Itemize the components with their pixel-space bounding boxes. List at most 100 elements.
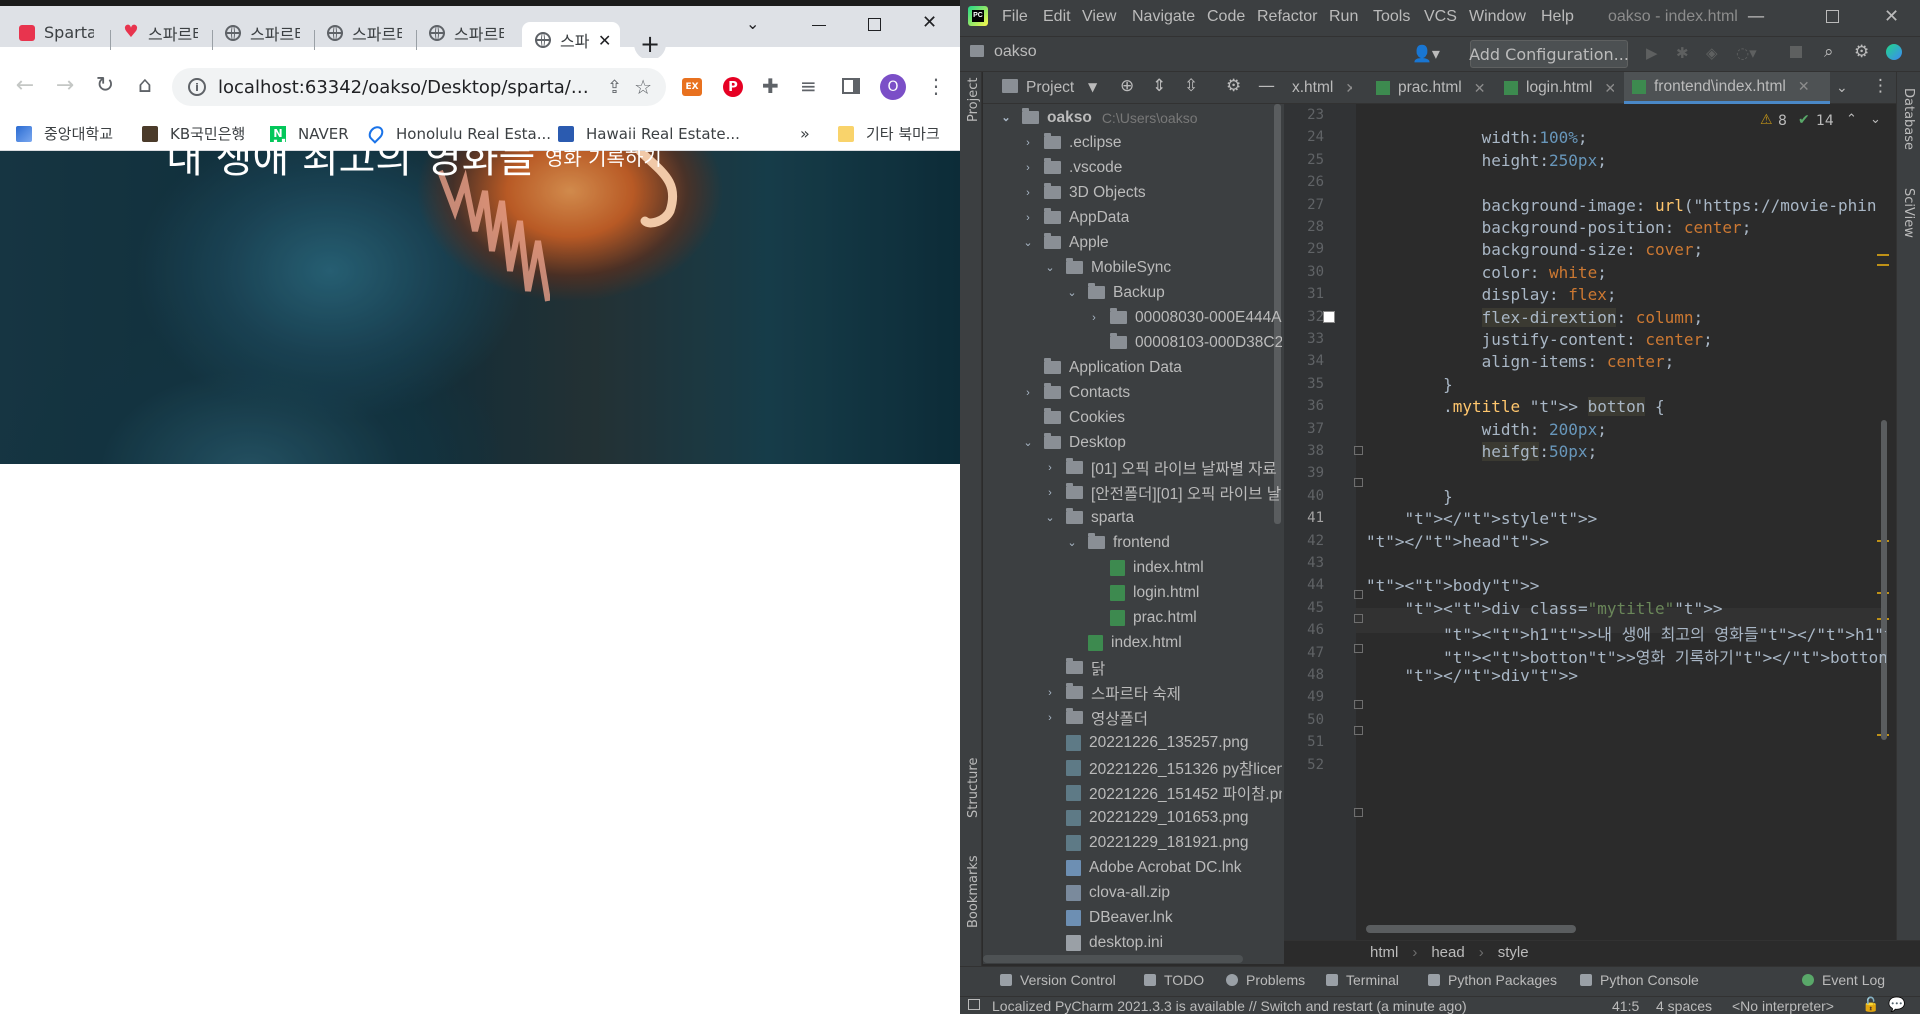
extensions-puzzle-icon[interactable]: ✚ — [762, 74, 779, 98]
close-icon[interactable]: ✕ — [598, 31, 611, 50]
chevron-right-icon[interactable]: › — [1044, 462, 1056, 474]
reload-icon[interactable]: ↻ — [90, 70, 120, 100]
collapse-all-icon[interactable]: ⇳ — [1184, 76, 1198, 96]
python-packages-button[interactable]: Python Packages — [1428, 972, 1557, 988]
chevron-down-icon[interactable]: ⌄ — [1000, 112, 1012, 124]
profile-icon[interactable]: ◌▾ — [1736, 44, 1757, 62]
indent-setting[interactable]: 4 spaces — [1656, 998, 1712, 1014]
code-line[interactable]: background-size: cover; — [1366, 240, 1704, 259]
tree-item[interactable]: 20221229_181921.png — [1044, 830, 1248, 855]
address-bar[interactable]: i localhost:63342/oakso/Desktop/sparta/f… — [172, 68, 666, 106]
tree-item[interactable]: › 스파르타 숙제 — [1044, 680, 1181, 705]
tree-item[interactable]: DBeaver.lnk — [1044, 905, 1173, 930]
code-line[interactable]: color: white; — [1366, 263, 1607, 282]
tree-item[interactable]: ⌄ Apple — [1022, 230, 1109, 255]
tree-item[interactable]: › 영상폴더 — [1044, 705, 1148, 730]
chevron-right-icon[interactable]: › — [1088, 312, 1100, 324]
info-icon[interactable]: i — [188, 78, 206, 96]
code-line[interactable]: background-image: url("https://movie-phi… — [1366, 196, 1877, 215]
tree-item[interactable]: ⌄ sparta — [1044, 505, 1134, 530]
editor-scrollbar[interactable] — [1881, 420, 1887, 740]
code-line[interactable]: "t"></"t">head"t">> — [1366, 532, 1549, 551]
chevron-right-icon[interactable]: › — [1044, 487, 1056, 499]
tree-item[interactable]: ⌄ oakso C:\Users\oakso — [1000, 105, 1198, 130]
code-line[interactable]: } — [1366, 487, 1453, 506]
expand-all-icon[interactable]: ⇕ — [1152, 76, 1166, 96]
forward-icon[interactable]: → — [50, 70, 80, 100]
warning-icon[interactable]: ⚠ — [1760, 112, 1773, 128]
code-line[interactable]: "t"></"t">style"t">> — [1366, 509, 1598, 528]
chevron-down-icon[interactable]: ⌄ — [1066, 287, 1078, 299]
project-view-dropdown-icon[interactable]: ▼ — [1088, 80, 1097, 94]
project-tree-hscrollbar[interactable] — [983, 955, 1243, 963]
menu-refactor[interactable]: Refactor — [1257, 8, 1317, 26]
code-line[interactable]: .mytitle "t">> botton { — [1366, 397, 1665, 417]
python-console-button[interactable]: Python Console — [1580, 972, 1699, 988]
close-tab-icon[interactable]: ✕ — [1798, 78, 1810, 95]
caret-position[interactable]: 41:5 — [1612, 998, 1639, 1014]
browser-tab[interactable]: 스파르타 — [212, 18, 308, 47]
database-tool-button[interactable]: Database — [1901, 88, 1916, 168]
tree-item[interactable]: index.html — [1088, 555, 1204, 580]
chevron-right-icon[interactable]: › — [1022, 162, 1034, 174]
menu-window[interactable]: Window — [1469, 8, 1526, 26]
fold-marker[interactable] — [1354, 478, 1363, 487]
breadcrumb-item[interactable]: style — [1498, 944, 1529, 961]
tree-item[interactable]: clova-all.zip — [1044, 880, 1170, 905]
fold-marker[interactable] — [1354, 614, 1363, 623]
breadcrumb-item[interactable]: html — [1370, 944, 1398, 961]
next-highlight-icon[interactable]: ⌄ — [1870, 112, 1881, 127]
tab-search-icon[interactable]: ⌄ — [746, 14, 759, 33]
project-name[interactable]: oakso — [994, 43, 1037, 61]
share-icon[interactable]: ⇪ — [607, 77, 622, 98]
add-configuration-button[interactable]: Add Configuration... — [1469, 40, 1629, 68]
fold-marker[interactable] — [1354, 644, 1363, 653]
tree-item[interactable]: index.html — [1066, 630, 1182, 655]
menu-file[interactable]: File — [1002, 8, 1028, 26]
chevron-down-icon[interactable]: ⌄ — [1066, 537, 1078, 549]
code-line[interactable]: align-items: center; — [1366, 352, 1675, 371]
url-text[interactable]: localhost:63342/oakso/Desktop/sparta/fro… — [218, 77, 595, 98]
editor-hscrollbar[interactable] — [1366, 925, 1576, 933]
tree-item[interactable]: Cookies — [1022, 405, 1125, 430]
tree-item[interactable]: ⌄ Backup — [1066, 280, 1165, 305]
hide-panel-icon[interactable]: — — [1258, 76, 1275, 96]
version-control-button[interactable]: Version Control — [1000, 972, 1116, 988]
fold-marker[interactable] — [1354, 446, 1363, 455]
user-icon[interactable]: 👤▾ — [1412, 44, 1440, 63]
editor-tab[interactable]: frontend\index.html ✕ — [1624, 72, 1830, 104]
menu-view[interactable]: View — [1082, 8, 1116, 26]
debug-icon[interactable]: ✱ — [1676, 44, 1689, 62]
new-tab-button[interactable]: + — [634, 28, 666, 60]
code-line[interactable]: "t"><"t">body"t">> — [1366, 576, 1539, 595]
fold-marker[interactable] — [1354, 808, 1363, 817]
minimize-icon[interactable] — [812, 10, 826, 26]
tree-item[interactable]: ⌄ frontend — [1066, 530, 1170, 555]
interpreter-selector[interactable]: <No interpreter> — [1732, 998, 1834, 1014]
chevron-right-icon[interactable]: › — [1022, 212, 1034, 224]
project-panel-title[interactable]: Project — [1026, 79, 1074, 97]
tree-item[interactable]: ⌄ MobileSync — [1044, 255, 1171, 280]
warning-marker[interactable] — [1877, 254, 1889, 256]
structure-tool-button[interactable]: Structure — [966, 758, 981, 838]
star-icon[interactable]: ☆ — [634, 75, 652, 99]
code-line[interactable]: width: 200px; — [1366, 420, 1607, 439]
project-tool-button[interactable]: Project — [966, 78, 981, 122]
menu-vcs[interactable]: VCS — [1424, 8, 1457, 26]
chevron-down-icon[interactable]: ⌄ — [1022, 437, 1034, 449]
tree-item[interactable]: 20221229_101653.png — [1044, 805, 1248, 830]
code-line[interactable]: "t"><"t">botton"t">>영화 기록하기"t"></"t">bot… — [1366, 644, 1886, 668]
extension-ex-icon[interactable]: EX — [682, 78, 702, 96]
code-line[interactable]: width:100%; — [1366, 128, 1588, 147]
browser-tab-active[interactable]: 스파 ✕ — [522, 22, 620, 58]
event-log-button[interactable]: Event Log — [1802, 972, 1885, 988]
editor-tab[interactable]: login.html ✕ — [1496, 72, 1614, 104]
warning-marker[interactable] — [1877, 264, 1889, 266]
bookmarks-overflow-button[interactable]: » — [800, 116, 810, 151]
color-swatch-white[interactable] — [1323, 311, 1335, 323]
search-icon[interactable]: ⌕ — [1824, 42, 1834, 62]
browser-tab[interactable]: 스파르타 — [416, 18, 512, 47]
ide-maximize-icon[interactable] — [1826, 10, 1839, 23]
chevron-down-icon[interactable]: ⌄ — [1044, 512, 1056, 524]
problems-button[interactable]: Problems — [1226, 972, 1305, 988]
